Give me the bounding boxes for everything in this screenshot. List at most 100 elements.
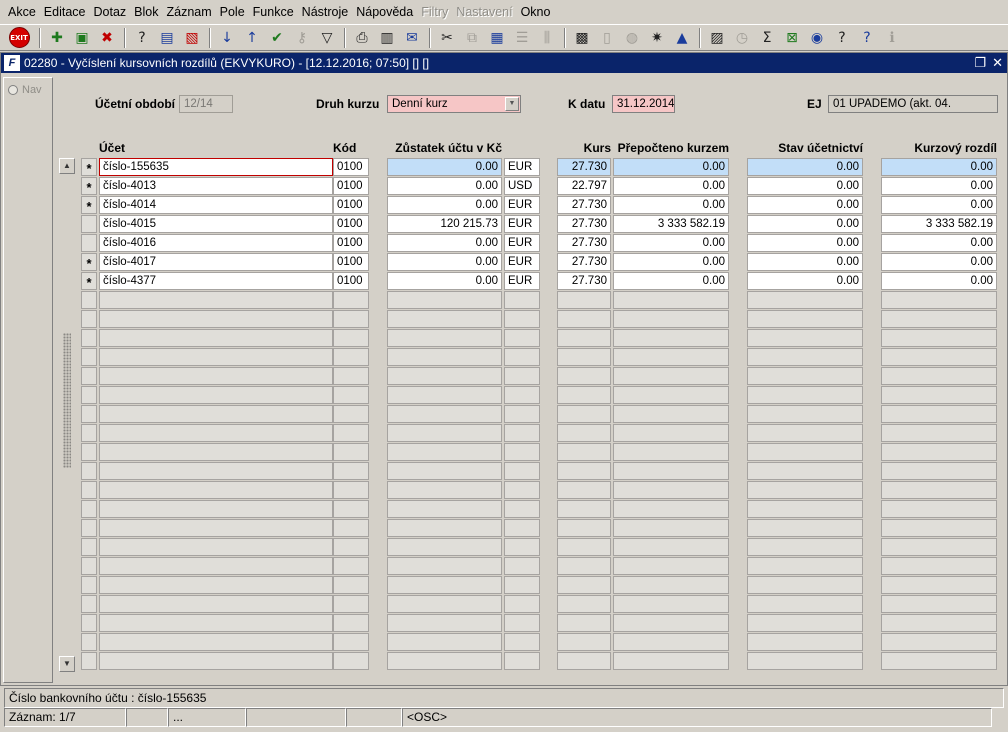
cell-code[interactable]: 0100 xyxy=(333,272,369,290)
cell-mark[interactable]: * xyxy=(81,272,97,290)
execute-query-icon[interactable]: ▤ xyxy=(155,27,179,49)
cell-converted[interactable]: 0.00 xyxy=(613,272,729,290)
cell-ledger[interactable]: 0.00 xyxy=(747,177,863,195)
empty-cell[interactable] xyxy=(333,481,369,499)
cell-ledger[interactable]: 0.00 xyxy=(747,234,863,252)
empty-cell[interactable] xyxy=(333,405,369,423)
empty-cell[interactable] xyxy=(613,481,729,499)
empty-cell[interactable] xyxy=(387,614,502,632)
info-icon[interactable]: ◉ xyxy=(805,27,829,49)
empty-cell[interactable] xyxy=(747,652,863,670)
empty-cell[interactable] xyxy=(333,462,369,480)
empty-cell[interactable] xyxy=(881,367,997,385)
empty-cell[interactable] xyxy=(747,519,863,537)
empty-cell[interactable] xyxy=(504,424,540,442)
empty-cell[interactable] xyxy=(881,310,997,328)
empty-cell[interactable] xyxy=(881,595,997,613)
empty-cell[interactable] xyxy=(81,462,97,480)
cell-rate[interactable]: 27.730 xyxy=(557,253,611,271)
empty-cell[interactable] xyxy=(387,519,502,537)
query-icon[interactable]: ? xyxy=(130,27,154,49)
nav-radio[interactable]: Nav xyxy=(8,84,42,96)
empty-cell[interactable] xyxy=(557,538,611,556)
ej-field[interactable]: 01 UPADEMO (akt. 04. xyxy=(828,95,998,113)
empty-cell[interactable] xyxy=(81,405,97,423)
empty-cell[interactable] xyxy=(557,557,611,575)
empty-cell[interactable] xyxy=(81,519,97,537)
empty-cell[interactable] xyxy=(747,310,863,328)
help-icon[interactable]: ? xyxy=(830,27,854,49)
empty-cell[interactable] xyxy=(613,538,729,556)
cell-difference[interactable]: 0.00 xyxy=(881,234,997,252)
empty-cell[interactable] xyxy=(99,595,333,613)
empty-cell[interactable] xyxy=(504,557,540,575)
empty-cell[interactable] xyxy=(99,329,333,347)
cell-code[interactable]: 0100 xyxy=(333,234,369,252)
menu-item-4[interactable]: Záznam xyxy=(162,0,215,24)
cell-mark[interactable]: * xyxy=(81,158,97,176)
checkmark-icon[interactable]: ✔ xyxy=(265,27,289,49)
empty-cell[interactable] xyxy=(613,595,729,613)
empty-cell[interactable] xyxy=(81,557,97,575)
empty-cell[interactable] xyxy=(99,538,333,556)
cell-account[interactable]: číslo-4377 xyxy=(99,272,333,290)
empty-cell[interactable] xyxy=(747,386,863,404)
empty-cell[interactable] xyxy=(99,405,333,423)
rate-type-select[interactable]: Denní kurz ▼ xyxy=(387,95,521,113)
cell-balance[interactable]: 0.00 xyxy=(387,196,502,214)
empty-cell[interactable] xyxy=(333,329,369,347)
empty-cell[interactable] xyxy=(387,595,502,613)
cell-mark[interactable] xyxy=(81,234,97,252)
empty-cell[interactable] xyxy=(881,424,997,442)
filter-icon[interactable]: ▽ xyxy=(315,27,339,49)
empty-cell[interactable] xyxy=(557,500,611,518)
empty-cell[interactable] xyxy=(504,291,540,309)
cell-account[interactable]: číslo-4016 xyxy=(99,234,333,252)
empty-cell[interactable] xyxy=(557,576,611,594)
empty-cell[interactable] xyxy=(387,367,502,385)
empty-cell[interactable] xyxy=(333,291,369,309)
cell-rate[interactable]: 27.730 xyxy=(557,215,611,233)
empty-cell[interactable] xyxy=(747,367,863,385)
empty-cell[interactable] xyxy=(504,538,540,556)
empty-cell[interactable] xyxy=(747,557,863,575)
empty-cell[interactable] xyxy=(557,348,611,366)
cell-difference[interactable]: 3 333 582.19 xyxy=(881,215,997,233)
cell-account[interactable]: číslo-4013 xyxy=(99,177,333,195)
empty-cell[interactable] xyxy=(613,310,729,328)
cancel-query-icon[interactable]: ▧ xyxy=(180,27,204,49)
cell-code[interactable]: 0100 xyxy=(333,177,369,195)
cut-icon[interactable]: ✂ xyxy=(435,27,459,49)
cell-ledger[interactable]: 0.00 xyxy=(747,215,863,233)
empty-cell[interactable] xyxy=(99,348,333,366)
empty-cell[interactable] xyxy=(99,386,333,404)
empty-cell[interactable] xyxy=(81,386,97,404)
empty-cell[interactable] xyxy=(613,652,729,670)
menu-item-0[interactable]: Akce xyxy=(4,0,40,24)
empty-cell[interactable] xyxy=(747,329,863,347)
empty-cell[interactable] xyxy=(81,481,97,499)
empty-cell[interactable] xyxy=(613,367,729,385)
empty-cell[interactable] xyxy=(613,443,729,461)
empty-cell[interactable] xyxy=(557,462,611,480)
empty-cell[interactable] xyxy=(387,291,502,309)
empty-cell[interactable] xyxy=(557,291,611,309)
scroll-grip[interactable] xyxy=(63,333,71,468)
empty-cell[interactable] xyxy=(747,481,863,499)
empty-cell[interactable] xyxy=(387,329,502,347)
empty-cell[interactable] xyxy=(747,462,863,480)
cell-ledger[interactable]: 0.00 xyxy=(747,158,863,176)
empty-cell[interactable] xyxy=(881,386,997,404)
cell-code[interactable]: 0100 xyxy=(333,196,369,214)
cell-currency[interactable]: USD xyxy=(504,177,540,195)
sigma-icon[interactable]: Σ xyxy=(755,27,779,49)
empty-cell[interactable] xyxy=(99,576,333,594)
triangle-icon[interactable]: ▲ xyxy=(670,27,694,49)
menu-item-1[interactable]: Editace xyxy=(40,0,90,24)
cell-rate[interactable]: 22.797 xyxy=(557,177,611,195)
empty-cell[interactable] xyxy=(387,348,502,366)
menu-item-10[interactable]: Nastavení xyxy=(452,0,516,24)
empty-cell[interactable] xyxy=(747,576,863,594)
empty-cell[interactable] xyxy=(387,576,502,594)
empty-cell[interactable] xyxy=(333,614,369,632)
